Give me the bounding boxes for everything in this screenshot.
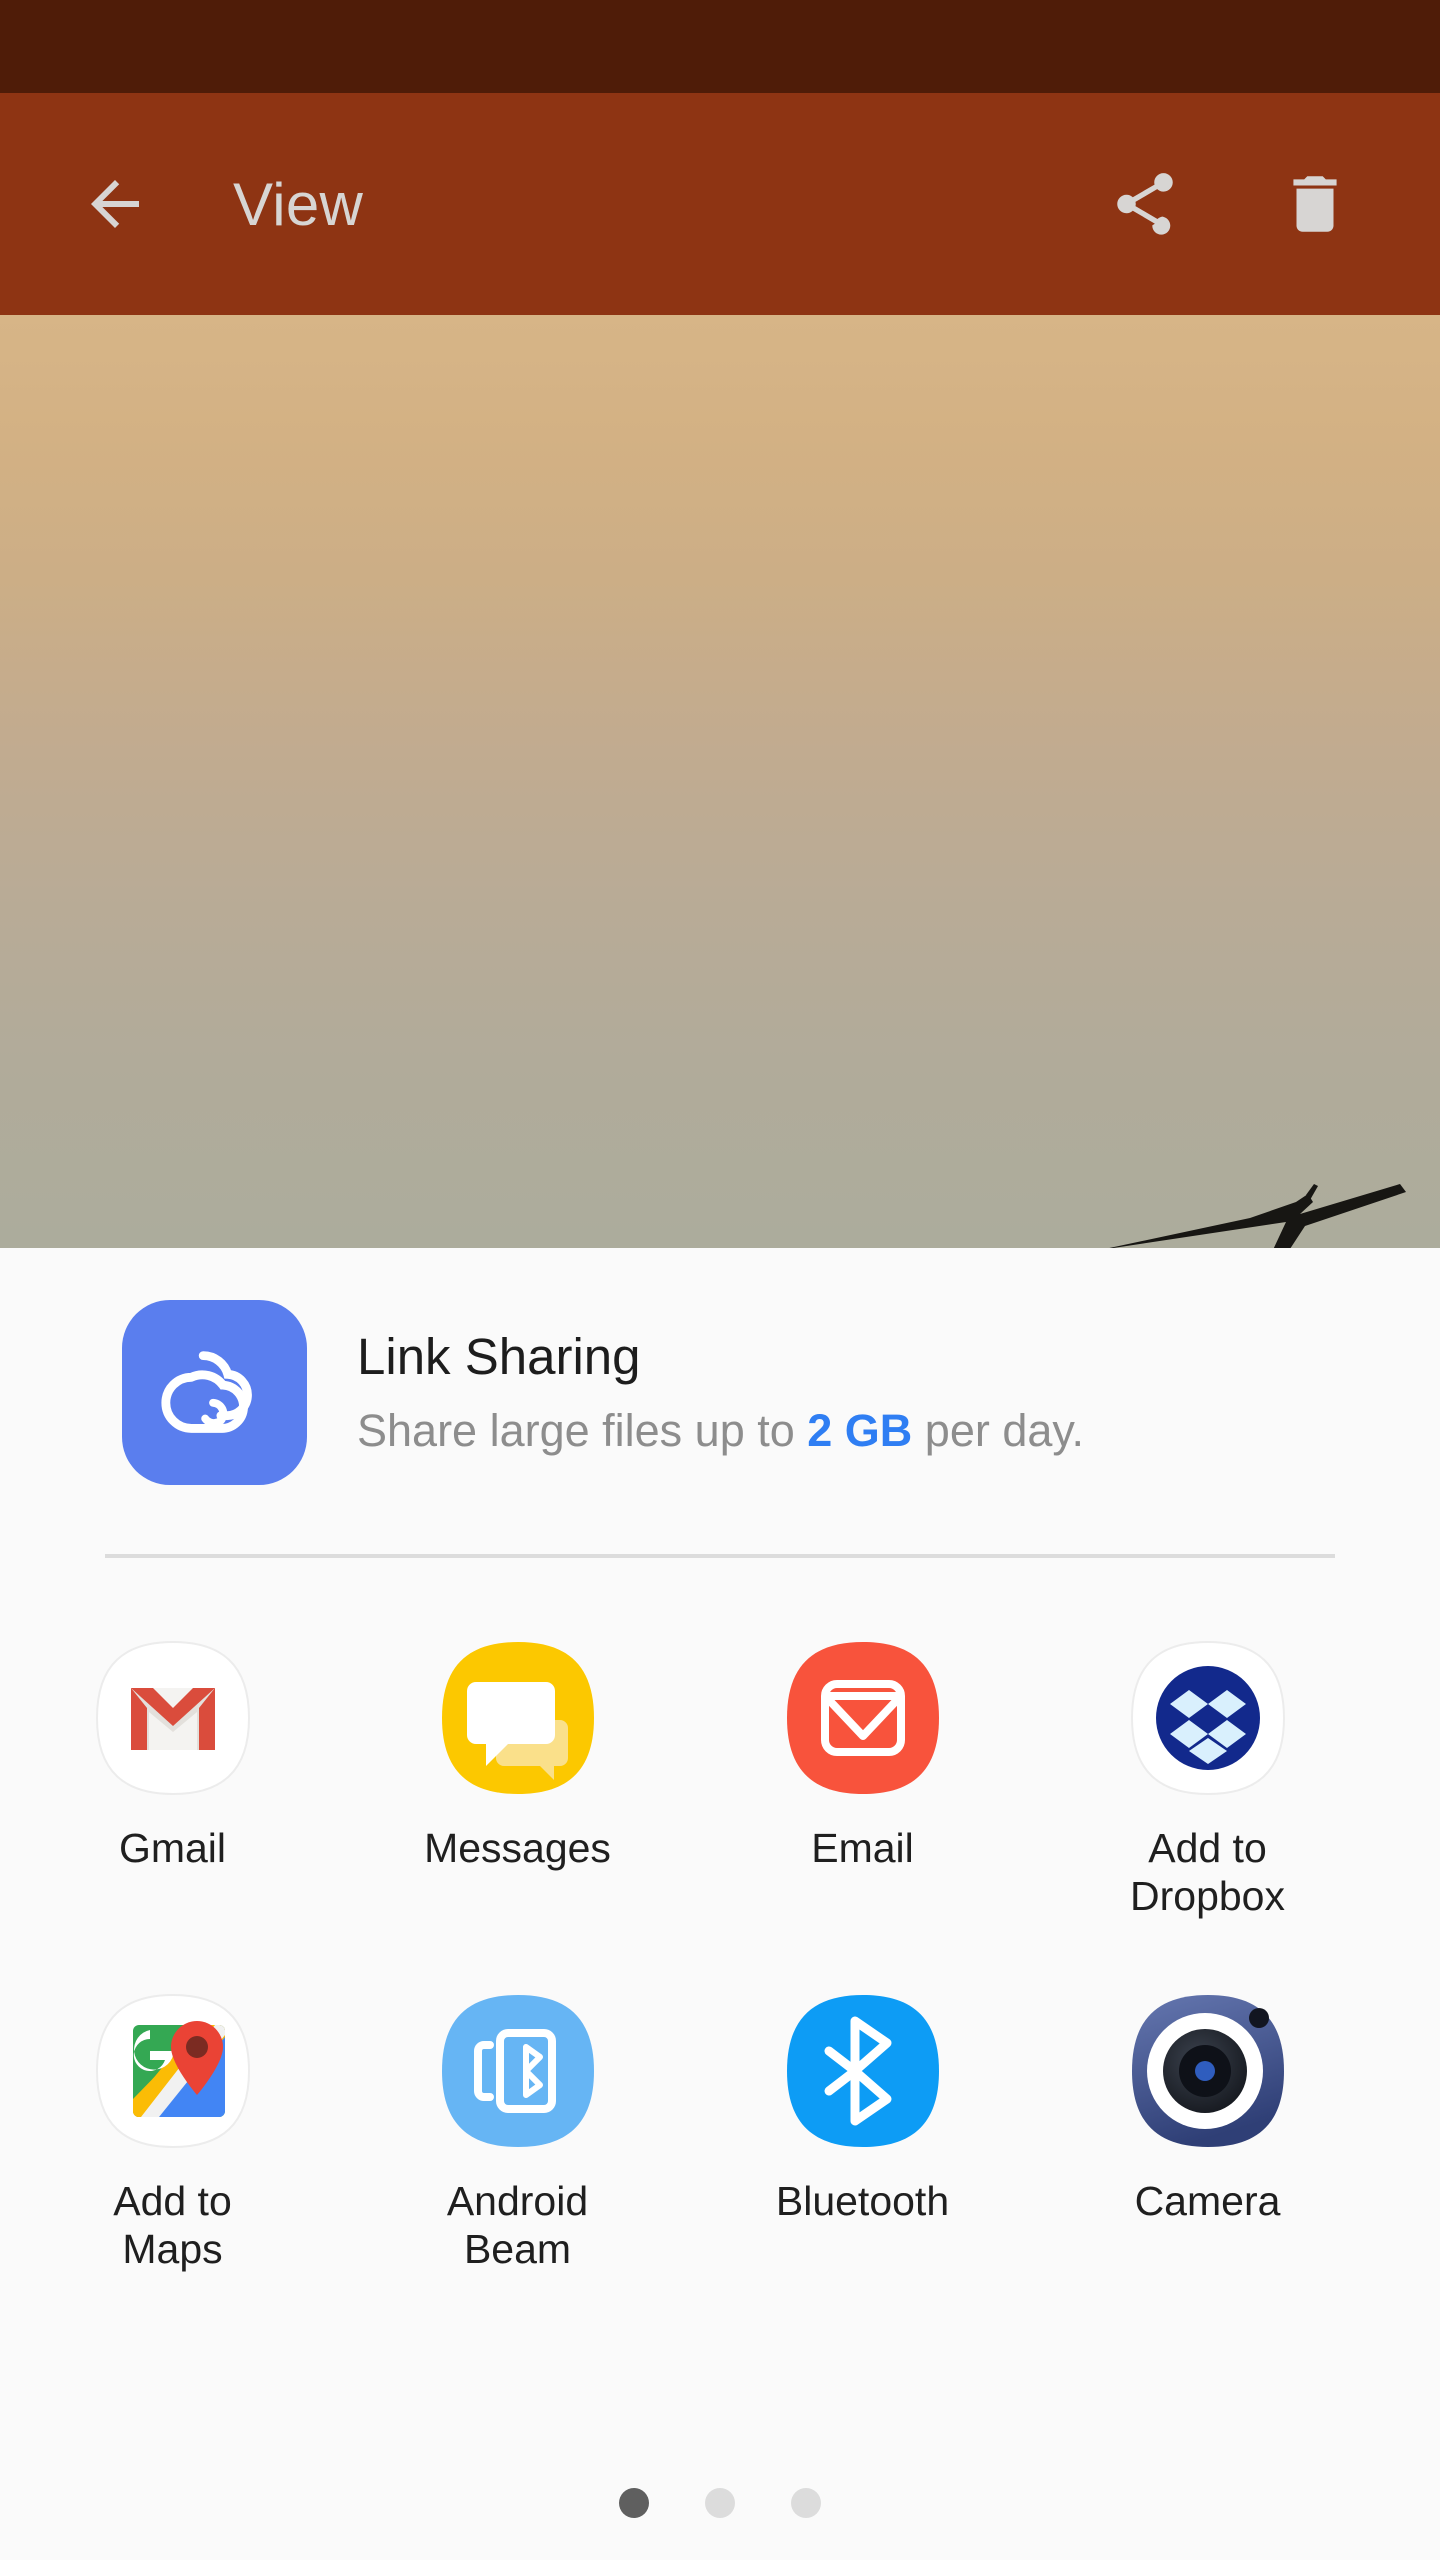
page-dot-1[interactable] [619, 2488, 649, 2518]
link-sharing-text: Link Sharing Share large files up to 2 G… [357, 1328, 1084, 1458]
share-target-dropbox[interactable]: Add to Dropbox [1035, 1608, 1380, 1921]
android-beam-icon [438, 1991, 598, 2151]
share-target-label: Android Beam [446, 2177, 589, 2273]
page-title: View [233, 170, 364, 238]
share-target-label: Camera [1134, 2177, 1281, 2224]
arrow-left-icon [91, 180, 139, 228]
page-dot-2[interactable] [705, 2488, 735, 2518]
dropbox-icon [1128, 1638, 1288, 1798]
page-dot-3[interactable] [791, 2488, 821, 2518]
share-target-camera[interactable]: Camera [1035, 1961, 1380, 2274]
page-indicator[interactable] [0, 2488, 1440, 2518]
share-button[interactable] [1090, 149, 1200, 259]
share-target-label: Gmail [118, 1825, 227, 1871]
share-target-row: Gmail Messages Email Add to Dropbox [0, 1608, 1440, 1921]
messages-icon [438, 1638, 598, 1798]
status-bar [0, 0, 1440, 93]
share-icon [1117, 173, 1173, 235]
subtitle-suffix: per day. [912, 1405, 1085, 1457]
cloud-link-glyph [160, 1350, 252, 1433]
share-target-label: Add to Dropbox [1130, 1825, 1285, 1920]
back-button[interactable] [60, 149, 170, 259]
link-sharing-row[interactable]: Link Sharing Share large files up to 2 G… [0, 1300, 1440, 1485]
share-target-maps[interactable]: Add to Maps [0, 1961, 345, 2274]
share-screen: View Link Sharing Share large files up t… [0, 0, 1440, 2560]
share-target-label: Bluetooth [775, 2177, 950, 2224]
share-target-label: Add to Maps [113, 2177, 232, 2273]
subtitle-prefix: Share large files up to [357, 1405, 808, 1457]
share-target-email[interactable]: Email [690, 1608, 1035, 1921]
photo-viewer[interactable] [0, 315, 1440, 1248]
share-target-label: Messages [424, 1825, 611, 1871]
share-target-grid: Gmail Messages Email Add to Dropbox Add … [0, 1608, 1440, 2274]
cloud-link-icon [122, 1300, 307, 1485]
share-target-gmail[interactable]: Gmail [0, 1608, 345, 1921]
bluetooth-icon [783, 1991, 943, 2151]
gmail-icon [93, 1638, 253, 1798]
share-target-android-beam[interactable]: Android Beam [345, 1961, 690, 2274]
share-target-row: Add to Maps Android Beam Bluetooth Camer… [0, 1961, 1440, 2274]
app-bar: View [0, 93, 1440, 315]
subtitle-quota: 2 GB [807, 1405, 913, 1457]
sheet-divider [105, 1554, 1335, 1558]
link-sharing-title: Link Sharing [357, 1327, 641, 1385]
email-icon [783, 1638, 943, 1798]
delete-icon [1293, 176, 1337, 232]
share-target-messages[interactable]: Messages [345, 1608, 690, 1921]
camera-icon [1128, 1991, 1288, 2151]
google-maps-icon [93, 1991, 253, 2151]
share-target-label: Email [811, 1825, 914, 1871]
share-sheet: Link Sharing Share large files up to 2 G… [0, 1248, 1440, 2560]
branch-silhouette [1109, 1184, 1406, 1248]
link-sharing-subtitle: Share large files up to 2 GB per day. [357, 1405, 1084, 1457]
delete-button[interactable] [1260, 149, 1370, 259]
share-target-bluetooth[interactable]: Bluetooth [690, 1961, 1035, 2274]
